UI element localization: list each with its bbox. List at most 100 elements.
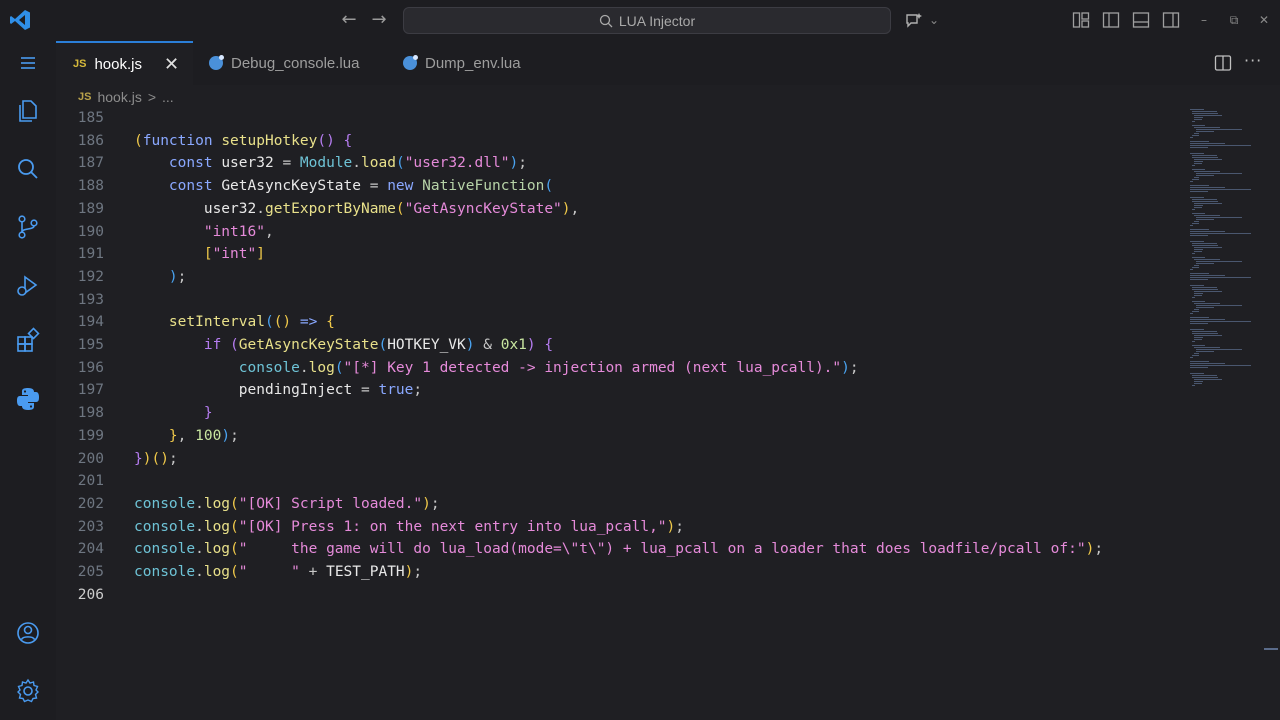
toggle-primary-sidebar-icon[interactable] — [1101, 10, 1121, 30]
menu-icon[interactable] — [14, 49, 42, 77]
code-text[interactable]: console.log(" the game will do lua_load(… — [134, 538, 1103, 561]
code-text[interactable]: console.log("[*] Key 1 detected -> injec… — [134, 357, 859, 380]
close-window-icon[interactable]: ✕ — [1256, 10, 1272, 30]
code-text[interactable]: const user32 = Module.load("user32.dll")… — [134, 152, 527, 175]
minimap-line — [1190, 367, 1209, 368]
minimap[interactable] — [1186, 107, 1266, 407]
line-number: 202 — [77, 495, 104, 512]
scrollbar-marker — [1264, 648, 1278, 650]
tab-debug-console-lua[interactable]: Debug_console.lua — [193, 41, 385, 85]
python-icon[interactable] — [14, 385, 42, 413]
minimap-line — [1194, 133, 1199, 134]
minimap-line — [1194, 163, 1203, 164]
js-file-icon: JS — [78, 91, 92, 103]
code-text[interactable]: })(); — [134, 448, 178, 471]
line-number: 194 — [77, 314, 104, 331]
source-control-icon[interactable] — [14, 213, 42, 241]
minimap-line — [1192, 155, 1217, 156]
code-text[interactable]: } — [134, 402, 213, 425]
account-icon[interactable] — [14, 619, 42, 647]
minimap-line — [1190, 145, 1252, 146]
code-text[interactable]: console.log("[OK] Press 1: on the next e… — [134, 516, 684, 539]
code-text[interactable]: ); — [134, 266, 186, 289]
code-text[interactable]: }, 100); — [134, 425, 239, 448]
minimap-line — [1192, 121, 1196, 122]
minimap-line — [1192, 113, 1219, 114]
line-number: 186 — [77, 132, 104, 149]
minimap-line — [1196, 217, 1242, 218]
minimap-line — [1196, 129, 1242, 130]
back-arrow-icon[interactable]: ← — [339, 10, 359, 30]
code-text[interactable]: console.log("[OK] Script loaded."); — [134, 493, 440, 516]
toggle-secondary-sidebar-icon[interactable] — [1161, 10, 1181, 30]
breadcrumb-more[interactable]: ... — [162, 89, 174, 105]
close-icon[interactable]: ✕ — [164, 54, 179, 75]
minimap-line — [1194, 309, 1199, 310]
minimap-line — [1190, 185, 1210, 186]
tab-hook-js[interactable]: JS hook.js ✕ — [56, 41, 193, 85]
forward-arrow-icon[interactable]: → — [369, 10, 389, 30]
line-number: 188 — [77, 178, 104, 195]
command-center-search[interactable]: LUA Injector — [403, 7, 891, 34]
minimap-line — [1190, 137, 1193, 138]
minimap-line — [1194, 171, 1221, 172]
code-text[interactable]: if (GetAsyncKeyState(HOTKEY_VK) & 0x1) { — [134, 334, 553, 357]
tab-dump-env-lua[interactable]: Dump_env.lua — [386, 41, 556, 85]
tab-label: Dump_env.lua — [425, 54, 521, 72]
lua-file-icon — [403, 55, 418, 70]
breadcrumb-separator: > — [147, 89, 157, 105]
breadcrumb: JS hook.js > ... — [78, 87, 174, 107]
line-number: 185 — [77, 110, 104, 126]
activity-bar — [0, 41, 56, 720]
code-editor[interactable]: 185 186 (function setupHotkey() {187 const… — [56, 107, 1186, 720]
minimap-line — [1192, 297, 1196, 298]
minimap-line — [1192, 125, 1205, 126]
minimap-line — [1194, 117, 1203, 118]
search-icon[interactable] — [14, 155, 42, 183]
minimap-line — [1192, 331, 1217, 332]
minimize-icon[interactable]: – — [1196, 10, 1212, 30]
line-number: 199 — [77, 427, 104, 444]
line-number: 198 — [77, 405, 104, 422]
vscode-logo-icon[interactable] — [8, 8, 32, 32]
minimap-line — [1194, 335, 1223, 336]
breadcrumb-file[interactable]: hook.js — [97, 89, 141, 105]
more-actions-icon[interactable]: ··· — [1244, 51, 1262, 70]
code-text[interactable]: user32.getExportByName("GetAsyncKeyState… — [134, 198, 579, 221]
minimap-line — [1192, 169, 1205, 170]
explorer-icon[interactable] — [14, 97, 42, 125]
chevron-down-icon[interactable]: ⌄ — [926, 10, 942, 30]
minimap-line — [1190, 229, 1210, 230]
line-number: 196 — [77, 359, 104, 376]
code-text[interactable]: (function setupHotkey() { — [134, 130, 352, 153]
code-text[interactable]: ["int"] — [134, 243, 265, 266]
code-text[interactable]: "int16", — [134, 221, 274, 244]
extensions-icon[interactable] — [14, 327, 42, 355]
code-text[interactable]: pendingInject = true; — [134, 379, 422, 402]
settings-gear-icon[interactable] — [14, 677, 42, 705]
split-editor-icon[interactable] — [1214, 54, 1232, 72]
code-text[interactable]: console.log(" " + TEST_PATH); — [134, 561, 422, 584]
code-text[interactable]: setInterval(() => { — [134, 311, 335, 334]
minimap-line — [1194, 127, 1221, 128]
code-text[interactable]: const GetAsyncKeyState = new NativeFunct… — [134, 175, 553, 198]
line-number: 204 — [77, 541, 104, 558]
minimap-line — [1190, 235, 1209, 236]
minimap-line — [1194, 383, 1203, 384]
minimap-line — [1190, 225, 1193, 226]
run-debug-icon[interactable] — [14, 271, 42, 299]
minimap-line — [1192, 199, 1217, 200]
minimap-line — [1194, 303, 1221, 304]
restore-icon[interactable]: ⧉ — [1226, 10, 1242, 30]
minimap-line — [1190, 233, 1252, 234]
minimap-line — [1196, 131, 1215, 132]
minimap-line — [1190, 313, 1193, 314]
minimap-line — [1190, 279, 1209, 280]
toggle-panel-icon[interactable] — [1131, 10, 1151, 30]
minimap-line — [1192, 201, 1219, 202]
minimap-line — [1190, 365, 1252, 366]
copilot-chat-icon[interactable] — [904, 10, 924, 30]
minimap-line — [1190, 363, 1225, 364]
minimap-line — [1192, 257, 1205, 258]
customize-layout-icon[interactable] — [1071, 10, 1091, 30]
